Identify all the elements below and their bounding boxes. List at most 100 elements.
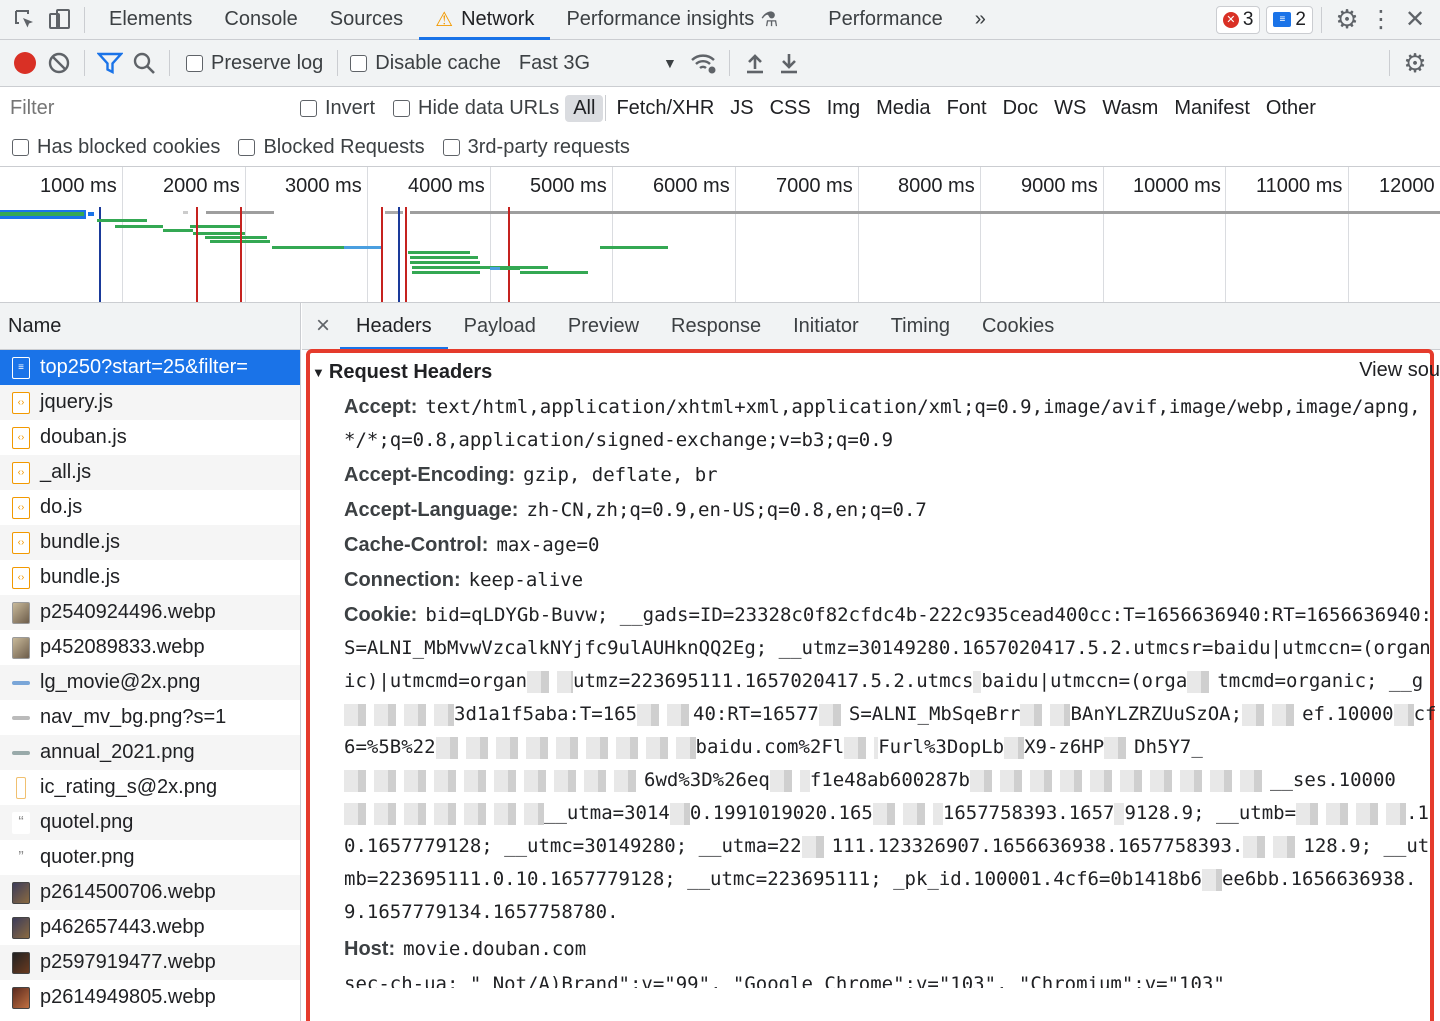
request-row[interactable]: p2614500706.webp: [0, 875, 300, 910]
network-overview-timeline[interactable]: 1000 ms 2000 ms 3000 ms 4000 ms 5000 ms …: [0, 167, 1440, 303]
request-row[interactable]: p2614949805.webp: [0, 980, 300, 1015]
request-row[interactable]: ‹› do.js: [0, 490, 300, 525]
request-row[interactable]: ≡ top250?start=25&filter=: [0, 350, 300, 385]
header-value: Dh5Y7_: [1134, 736, 1203, 758]
preserve-log-checkbox[interactable]: Preserve log: [186, 52, 323, 75]
invert-checkbox[interactable]: Invert: [300, 97, 375, 120]
request-row[interactable]: p2597919477.webp: [0, 945, 300, 980]
request-row[interactable]: annual_2021.png: [0, 735, 300, 770]
network-conditions-wifi-icon[interactable]: [687, 46, 721, 80]
type-filter-ws[interactable]: WS: [1046, 95, 1094, 122]
throttling-select[interactable]: Fast 3G ▼: [519, 52, 677, 75]
type-filter-manifest[interactable]: Manifest: [1166, 95, 1258, 122]
request-row[interactable]: ‹› _all.js: [0, 455, 300, 490]
script-file-icon: ‹›: [12, 461, 30, 484]
tab-timing[interactable]: Timing: [875, 303, 966, 350]
request-row[interactable]: “ quotel.png: [0, 805, 300, 840]
request-row[interactable]: ‹› bundle.js: [0, 560, 300, 595]
image-thumbnail-icon: [12, 680, 30, 685]
close-detail-icon[interactable]: ×: [316, 312, 330, 340]
clear-icon[interactable]: [42, 46, 76, 80]
more-tabs-button[interactable]: »: [959, 0, 1002, 40]
tab-sources[interactable]: Sources: [314, 0, 419, 40]
record-button[interactable]: [8, 46, 42, 80]
filter-input[interactable]: [6, 93, 276, 123]
request-row[interactable]: lg_movie@2x.png: [0, 665, 300, 700]
tab-cookies[interactable]: Cookies: [966, 303, 1070, 350]
redacted-blur: [1114, 802, 1125, 825]
export-har-download-icon[interactable]: [772, 46, 806, 80]
request-name: annual_2021.png: [40, 741, 195, 763]
tab-preview[interactable]: Preview: [552, 303, 655, 350]
checkbox-box[interactable]: [442, 139, 460, 156]
view-source-link[interactable]: View sou: [1359, 359, 1440, 382]
type-filter-all[interactable]: All: [565, 94, 604, 122]
type-filter-doc[interactable]: Doc: [995, 95, 1047, 122]
checkbox-box[interactable]: [186, 54, 203, 72]
inspect-element-icon[interactable]: [8, 3, 42, 37]
checkbox-box[interactable]: [393, 99, 411, 117]
more-options-icon[interactable]: ⋮: [1364, 3, 1398, 37]
request-row[interactable]: ‹› jquery.js: [0, 385, 300, 420]
redacted-blur: [527, 670, 574, 693]
messages-badge[interactable]: ≡ 2: [1266, 5, 1313, 34]
experiment-flask-icon: ⚗: [760, 9, 779, 31]
header-value: S=ALNI_MbSqeBrr: [848, 703, 1021, 725]
search-icon[interactable]: [127, 46, 161, 80]
has-blocked-cookies-checkbox[interactable]: Has blocked cookies: [12, 136, 220, 159]
tab-payload[interactable]: Payload: [448, 303, 552, 350]
name-column-header[interactable]: Name: [0, 303, 300, 350]
tab-response[interactable]: Response: [655, 303, 777, 350]
invert-label: Invert: [325, 96, 376, 119]
tab-headers[interactable]: Headers: [340, 303, 448, 350]
redacted-blur: [1393, 703, 1414, 726]
image-thumbnail-icon: [12, 881, 30, 904]
tab-console[interactable]: Console: [208, 0, 313, 40]
request-row[interactable]: nav_mv_bg.png?s=1: [0, 700, 300, 735]
redacted-blur: [669, 802, 690, 825]
request-row[interactable]: ic_rating_s@2x.png: [0, 770, 300, 805]
device-toolbar-icon[interactable]: [42, 3, 76, 37]
header-value: tmcmd=organic; __g: [1217, 670, 1424, 692]
request-row[interactable]: p2540924496.webp: [0, 595, 300, 630]
type-filter-img[interactable]: Img: [819, 95, 868, 122]
third-party-requests-checkbox[interactable]: 3rd-party requests: [442, 136, 630, 159]
close-devtools-icon[interactable]: ✕: [1398, 3, 1432, 37]
type-filter-other[interactable]: Other: [1258, 95, 1324, 122]
tab-elements[interactable]: Elements: [93, 0, 208, 40]
request-name: bundle.js: [40, 566, 121, 588]
hide-data-urls-checkbox[interactable]: Hide data URLs: [393, 97, 559, 120]
type-filter-wasm[interactable]: Wasm: [1094, 95, 1166, 122]
request-row[interactable]: ‹› douban.js: [0, 420, 300, 455]
checkbox-box[interactable]: [300, 99, 317, 117]
redacted-blur: [435, 736, 696, 759]
divider: [337, 50, 339, 76]
redacted-blur: [970, 769, 1270, 792]
request-row[interactable]: ‹› bundle.js: [0, 525, 300, 560]
checkbox-box[interactable]: [350, 54, 368, 72]
type-filter-font[interactable]: Font: [939, 95, 995, 122]
type-filter-media[interactable]: Media: [868, 95, 938, 122]
errors-badge[interactable]: ✕ 3: [1215, 5, 1261, 34]
network-settings-gear-icon[interactable]: ⚙: [1398, 46, 1432, 80]
type-filter-css[interactable]: CSS: [762, 95, 819, 122]
request-headers-title[interactable]: ▼ Request Headers View sou: [312, 359, 1440, 385]
filter-funnel-icon[interactable]: [93, 46, 127, 80]
settings-gear-icon[interactable]: ⚙: [1330, 3, 1364, 37]
request-row[interactable]: p452089833.webp: [0, 630, 300, 665]
disable-cache-checkbox[interactable]: Disable cache: [350, 52, 501, 75]
tab-performance[interactable]: Performance: [812, 0, 959, 40]
tab-initiator[interactable]: Initiator: [777, 303, 875, 350]
request-row[interactable]: p462657443.webp: [0, 910, 300, 945]
checkbox-box[interactable]: [238, 139, 256, 156]
blocked-requests-checkbox[interactable]: Blocked Requests: [238, 136, 425, 159]
import-har-upload-icon[interactable]: [738, 46, 772, 80]
tab-performance-insights[interactable]: Performance insights ⚗: [550, 0, 794, 40]
type-filter-fetch-xhr[interactable]: Fetch/XHR: [608, 95, 722, 122]
tab-network[interactable]: ⚠ Network: [419, 0, 551, 40]
type-filter-js[interactable]: JS: [722, 95, 761, 122]
filter-bar-secondary: Has blocked cookies Blocked Requests 3rd…: [0, 129, 1440, 167]
request-row[interactable]: ” quoter.png: [0, 840, 300, 875]
checkbox-box[interactable]: [12, 139, 29, 156]
request-name: p2614949805.webp: [40, 986, 216, 1008]
